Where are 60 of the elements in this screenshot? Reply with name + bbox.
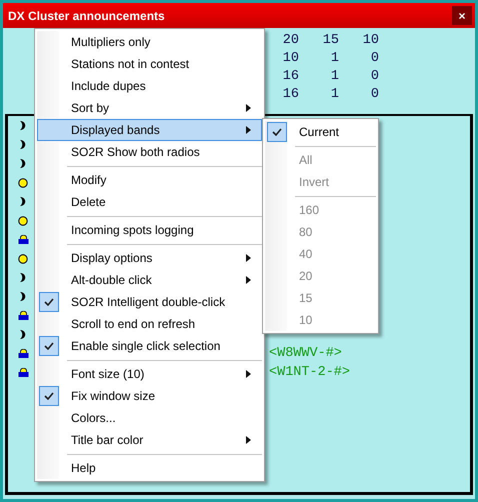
count-text: 15	[322, 32, 339, 48]
crescent-moon-icon	[20, 330, 26, 339]
menu-item[interactable]: SO2R Show both radios	[37, 141, 262, 163]
menu-item[interactable]: Include dupes	[37, 75, 262, 97]
crescent-moon-icon	[20, 121, 26, 130]
padlock-icon	[18, 311, 28, 320]
menu-item[interactable]: Stations not in contest	[37, 53, 262, 75]
crescent-moon-icon	[20, 273, 26, 282]
submenu-arrow-icon	[246, 104, 251, 112]
menu-item[interactable]: Fix window size	[37, 385, 262, 407]
circle-icon	[18, 254, 28, 264]
count-text: 1	[330, 86, 339, 102]
menu-item[interactable]: Displayed bands	[37, 119, 262, 141]
menu-item[interactable]: SO2R Intelligent double-click	[37, 291, 262, 313]
checkmark-icon	[272, 128, 282, 136]
count-text: 0	[370, 86, 379, 102]
spotter-callsign: <W8WWV-#>	[269, 346, 342, 361]
count-text: 16	[282, 86, 299, 102]
menu-item[interactable]: Multipliers only	[37, 31, 262, 53]
count-text: 20	[282, 32, 299, 48]
checkmark-icon	[44, 298, 54, 306]
crescent-moon-icon	[20, 292, 26, 301]
padlock-icon	[18, 368, 28, 377]
window-title: DX Cluster announcements	[8, 8, 165, 22]
close-button[interactable]: ×	[452, 6, 472, 25]
circle-icon	[18, 216, 28, 226]
count-text: 10	[282, 50, 299, 66]
checkmark-icon	[44, 392, 54, 400]
menu-item[interactable]: Scroll to end on refresh	[37, 313, 262, 335]
checkmark-icon	[44, 342, 54, 350]
menu-item[interactable]: Incoming spots logging	[37, 219, 262, 241]
crescent-moon-icon	[20, 197, 26, 206]
crescent-moon-icon	[20, 159, 26, 168]
count-text: 0	[370, 68, 379, 84]
menu-item[interactable]: Help	[37, 457, 262, 479]
submenu-arrow-icon	[246, 126, 251, 134]
submenu-arrow-icon	[246, 276, 251, 284]
menu-item[interactable]: Alt-double click	[37, 269, 262, 291]
menu-item[interactable]: Current	[265, 121, 376, 143]
count-text: 1	[330, 50, 339, 66]
menu-item[interactable]: Enable single click selection	[37, 335, 262, 357]
menu-item[interactable]: Delete	[37, 191, 262, 213]
submenu-arrow-icon	[246, 436, 251, 444]
spotter-callsign: <W1NT-2-#>	[269, 365, 350, 380]
menu-item[interactable]: Font size (10)	[37, 363, 262, 385]
menu-item[interactable]: Title bar color	[37, 429, 262, 451]
count-text: 0	[370, 50, 379, 66]
menu-item[interactable]: Colors...	[37, 407, 262, 429]
menu-item[interactable]: Display options	[37, 247, 262, 269]
menu-item[interactable]: Sort by	[37, 97, 262, 119]
menu-item[interactable]: Modify	[37, 169, 262, 191]
submenu-arrow-icon	[246, 370, 251, 378]
count-text: 16	[282, 68, 299, 84]
count-text: 1	[330, 68, 339, 84]
padlock-icon	[18, 349, 28, 358]
padlock-icon	[18, 235, 28, 244]
count-text: 10	[362, 32, 379, 48]
crescent-moon-icon	[20, 140, 26, 149]
circle-icon	[18, 178, 28, 188]
submenu-arrow-icon	[246, 254, 251, 262]
